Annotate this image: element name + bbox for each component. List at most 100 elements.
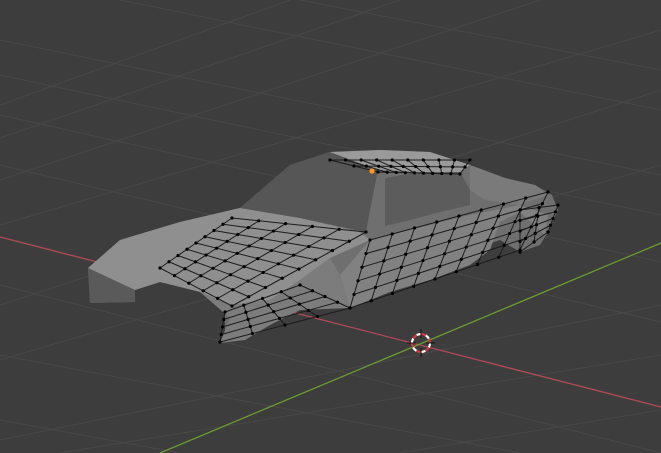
mesh-vertex	[458, 172, 462, 176]
mesh-vertex	[404, 252, 408, 256]
mesh-vertex	[426, 165, 430, 169]
mesh-vertex	[491, 226, 495, 230]
active-vertex-icon[interactable]	[369, 168, 375, 174]
mesh-vertex	[228, 273, 233, 277]
mesh-vertex	[377, 164, 381, 168]
mesh-vertex	[533, 231, 537, 235]
mesh-vertex	[220, 325, 225, 329]
mesh-vertex	[348, 306, 352, 310]
mesh-vertex	[438, 264, 442, 268]
mesh-vertex	[364, 252, 368, 256]
mesh-vertex	[464, 245, 468, 249]
mesh-vertex	[389, 164, 393, 168]
mesh-vertex	[373, 285, 378, 289]
mesh-vertex	[408, 239, 412, 243]
mesh-vertex	[176, 253, 180, 258]
mesh-vertex	[390, 232, 394, 236]
mesh-vertex	[183, 267, 187, 271]
mesh-vertex	[548, 223, 553, 227]
mesh-vertex	[222, 317, 226, 322]
mesh-vertex	[203, 235, 207, 239]
mesh-vertex	[201, 289, 205, 293]
mesh-vertex	[452, 227, 456, 231]
mesh-vertex	[284, 222, 288, 226]
mesh-vertex	[518, 250, 522, 254]
mesh-vertex	[440, 171, 444, 176]
mesh-vertex	[343, 158, 348, 162]
mesh-vertex	[406, 158, 410, 162]
mesh-vertex	[259, 236, 263, 241]
mesh-vertex	[534, 223, 539, 227]
mesh-vertex	[513, 220, 517, 224]
mesh-vertex	[212, 228, 216, 233]
mesh-vertex	[390, 291, 395, 296]
mesh-vertex	[277, 316, 281, 320]
mesh-vertex	[256, 257, 260, 261]
mesh-vertex	[167, 260, 171, 264]
mesh-vertex	[314, 258, 318, 262]
mesh-vertex	[235, 251, 239, 255]
mesh-vertex	[306, 308, 311, 312]
mesh-vertex	[376, 170, 380, 174]
mesh-vertex	[435, 220, 439, 224]
mesh-vertex	[158, 266, 162, 270]
mesh-vertex	[257, 219, 261, 223]
mesh-vertex	[323, 294, 327, 299]
mesh-vertex	[401, 164, 405, 169]
mesh-vertex	[414, 164, 418, 169]
mesh-vertex	[524, 236, 528, 240]
mesh-vertex	[194, 241, 198, 245]
mesh-vertex	[247, 244, 251, 248]
mesh-vertex	[172, 274, 176, 278]
mesh-vertex	[216, 296, 220, 300]
mesh-vertex	[246, 226, 250, 230]
mesh-vertex	[507, 231, 512, 236]
mesh-vertex	[347, 239, 351, 243]
mesh-vertex	[219, 332, 223, 337]
mesh-vertex	[292, 253, 296, 257]
mesh-vertex	[310, 289, 315, 293]
mesh-vertex	[244, 310, 248, 314]
mesh-vertex	[451, 165, 455, 169]
mesh-vertex	[193, 260, 198, 264]
mesh-vertex	[524, 196, 528, 200]
mesh-vertex	[532, 240, 536, 244]
mesh-vertex	[330, 248, 335, 253]
mesh-vertex	[263, 285, 268, 290]
mesh-vertex	[518, 229, 522, 233]
mesh-vertex	[412, 284, 416, 288]
mesh-vertex	[540, 202, 545, 206]
mesh-vertex	[250, 331, 255, 336]
mesh-vertex	[447, 239, 451, 243]
mesh-vertex	[468, 158, 472, 162]
mesh-vertex	[215, 281, 219, 285]
mesh-vertex	[272, 310, 276, 314]
mesh-vertex	[399, 265, 403, 269]
mesh-vertex	[369, 299, 373, 303]
mesh-vertex	[546, 190, 550, 194]
mesh-vertex	[425, 246, 430, 250]
mesh-vertex	[546, 230, 550, 234]
mesh-vertex	[430, 233, 434, 237]
mesh-vertex	[315, 314, 320, 319]
mesh-vertex	[242, 265, 246, 269]
mesh-vertex	[556, 203, 560, 207]
mesh-vertex	[551, 216, 555, 221]
mesh-vertex	[297, 302, 301, 306]
mesh-vertex	[537, 205, 541, 210]
mesh-vertex	[279, 290, 283, 294]
3d-viewport[interactable]	[0, 0, 661, 453]
mesh-vertex	[481, 250, 485, 254]
mesh-vertex	[352, 164, 356, 168]
mesh-vertex	[412, 226, 417, 230]
mesh-vertex	[231, 288, 235, 292]
mesh-vertex	[298, 283, 302, 287]
mesh-vertex	[236, 232, 240, 237]
mesh-vertex	[368, 238, 372, 242]
mesh-vertex	[246, 317, 250, 321]
mesh-vertex	[438, 165, 442, 169]
mesh-vertex	[421, 258, 425, 263]
mesh-vertex	[457, 214, 461, 218]
mesh-vertex	[266, 303, 270, 307]
mesh-vertex	[276, 262, 280, 266]
